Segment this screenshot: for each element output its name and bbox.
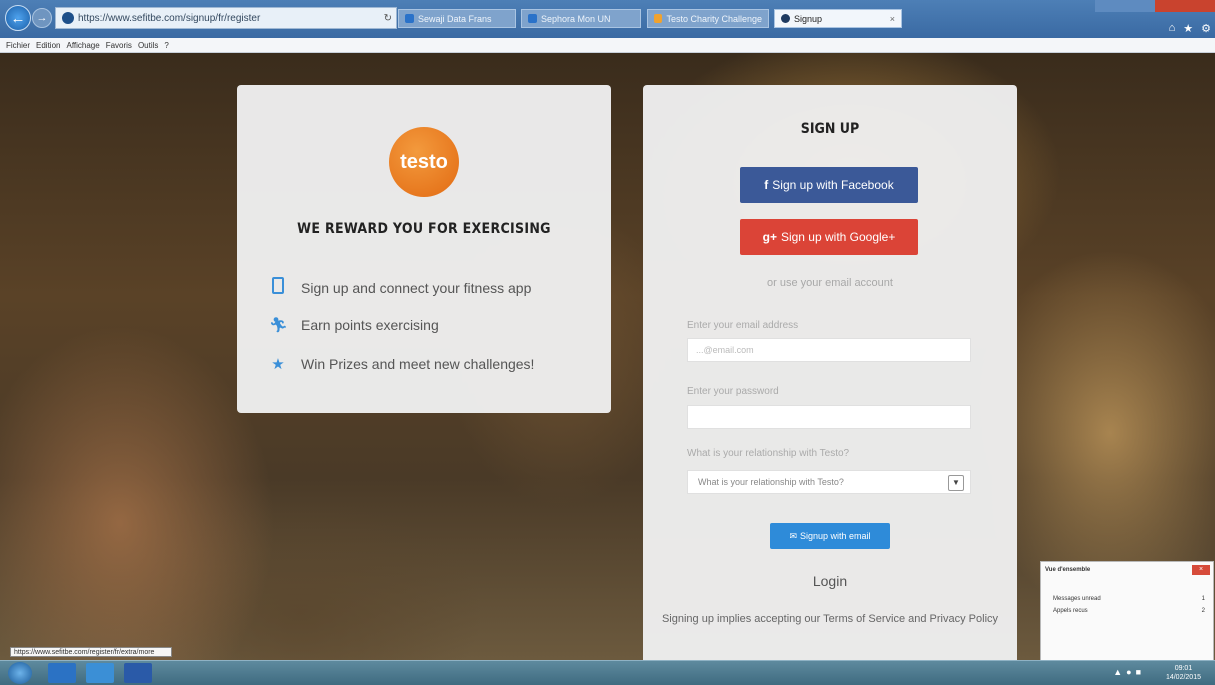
relationship-select[interactable]: What is your relationship with Testo? ▼ <box>687 470 971 494</box>
menu-item[interactable]: Favoris <box>106 41 132 50</box>
relationship-label: What is your relationship with Testo? <box>687 448 850 459</box>
browser-toolbar-icons: ⌂ ★ ⚙ <box>1169 22 1211 35</box>
phone-icon <box>269 277 287 298</box>
feature-text: Sign up and connect your fitness app <box>301 279 532 296</box>
window-close-button[interactable] <box>1155 0 1215 12</box>
taskbar-app-outlook[interactable] <box>48 663 76 683</box>
notification-popup: Vue d'ensemble × Messages unread 1 Appel… <box>1040 561 1214 662</box>
browser-titlebar: ← → https://www.sefitbe.com/signup/fr/re… <box>0 0 1215 38</box>
close-tab-icon[interactable]: × <box>890 14 895 24</box>
clock-time: 09:01 <box>1174 665 1193 672</box>
terms-text: Signing up implies accepting our Terms o… <box>661 613 999 625</box>
refresh-icon[interactable]: ↻ <box>380 13 396 24</box>
notification-header: Vue d'ensemble <box>1041 562 1213 578</box>
or-divider-text: or use your email account <box>767 277 893 289</box>
taskbar-app-word[interactable] <box>124 663 152 683</box>
notification-row[interactable]: Messages unread <box>1053 596 1101 602</box>
tab-label: Sephora Mon UN <box>541 13 611 24</box>
intro-card: testo WE REWARD YOU FOR EXERCISING Sign … <box>237 85 611 413</box>
google-signup-button[interactable]: g+ Sign up with Google+ <box>740 219 918 255</box>
facebook-signup-label: Sign up with Facebook <box>772 178 894 192</box>
testo-logo: testo <box>389 127 459 197</box>
menu-bar: Fichier Edition Affichage Favoris Outils… <box>0 38 1215 53</box>
arrow-right-icon: → <box>36 12 48 24</box>
back-button[interactable]: ← <box>5 5 31 31</box>
arrow-left-icon: ← <box>10 9 26 27</box>
menu-item[interactable]: Affichage <box>66 41 99 50</box>
tab-1[interactable]: Sewaji Data Frans <box>398 9 516 28</box>
forward-button[interactable]: → <box>32 8 52 28</box>
start-button[interactable] <box>8 662 32 684</box>
password-label: Enter your password <box>687 386 779 397</box>
signup-title: SIGN UP <box>800 121 860 137</box>
tab-4[interactable]: Signup × <box>774 9 902 28</box>
runner-icon: 🏃︎ <box>269 317 289 334</box>
status-url-tooltip: https://www.sefitbe.com/register/fr/extr… <box>10 647 172 657</box>
chevron-down-icon[interactable]: ▼ <box>948 475 964 491</box>
taskbar-app-ie[interactable] <box>86 663 114 683</box>
email-field[interactable]: ...@email.com <box>687 338 971 362</box>
notification-title: Vue d'ensemble <box>1045 567 1091 573</box>
tab-favicon-icon <box>654 14 663 23</box>
star-favorites-icon[interactable]: ★ <box>1183 22 1193 35</box>
signup-email-label: Signup with email <box>800 531 871 541</box>
menu-item[interactable]: Outils <box>138 41 158 50</box>
tab-label: Signup <box>794 13 823 24</box>
address-bar[interactable]: https://www.sefitbe.com/signup/fr/regist… <box>55 7 397 29</box>
feature-item: ★ Win Prizes and meet new challenges! <box>269 355 534 373</box>
google-signup-label: Sign up with Google+ <box>780 230 896 244</box>
google-plus-icon: g+ <box>762 230 777 244</box>
star-icon: ★ <box>271 356 285 373</box>
menu-item[interactable]: ? <box>164 41 168 50</box>
tab-favicon-icon <box>528 14 537 23</box>
system-tray: ▲●■ <box>1113 667 1145 677</box>
facebook-icon: f <box>764 178 769 192</box>
envelope-icon: ✉ <box>789 530 797 541</box>
page-background: testo WE REWARD YOU FOR EXERCISING Sign … <box>0 53 1215 660</box>
tab-favicon-icon <box>405 14 414 23</box>
menu-item[interactable]: Fichier <box>6 41 30 50</box>
window-min-max-buttons[interactable] <box>1095 0 1155 12</box>
logo-text: testo <box>400 150 448 173</box>
tab-2[interactable]: Sephora Mon UN <box>521 9 641 28</box>
menu-item[interactable]: Edition <box>36 41 60 50</box>
signup-card: SIGN UP f Sign up with Facebook g+ Sign … <box>643 85 1017 660</box>
home-icon[interactable]: ⌂ <box>1169 22 1176 35</box>
notification-row[interactable]: Appels recus <box>1053 608 1088 614</box>
login-link[interactable]: Login <box>643 573 1017 589</box>
taskbar-clock[interactable]: 09:01 14/02/2015 <box>1166 664 1201 682</box>
tab-favicon-icon <box>781 14 790 23</box>
address-text[interactable]: https://www.sefitbe.com/signup/fr/regist… <box>78 13 380 24</box>
tab-label: Testo Charity Challenge <box>666 13 762 24</box>
gear-icon[interactable]: ⚙ <box>1201 22 1211 35</box>
taskbar: ▲●■ 09:01 14/02/2015 <box>0 660 1215 685</box>
tagline: WE REWARD YOU FOR EXERCISING <box>297 221 551 237</box>
notification-count: 2 <box>1201 608 1205 614</box>
feature-text: Earn points exercising <box>301 317 439 333</box>
feature-item: 🏃︎ Earn points exercising <box>269 316 439 334</box>
facebook-signup-button[interactable]: f Sign up with Facebook <box>740 167 918 203</box>
notification-count: 1 <box>1201 596 1205 602</box>
tab-label: Sewaji Data Frans <box>418 13 492 24</box>
site-icon <box>62 12 74 24</box>
feature-text: Win Prizes and meet new challenges! <box>301 356 535 372</box>
feature-item: Sign up and connect your fitness app <box>269 277 531 298</box>
email-label: Enter your email address <box>687 320 799 331</box>
tab-3[interactable]: Testo Charity Challenge <box>647 9 769 28</box>
close-icon[interactable]: × <box>1192 565 1210 575</box>
clock-date: 14/02/2015 <box>1165 674 1201 681</box>
relationship-selected-value: What is your relationship with Testo? <box>698 477 844 487</box>
signup-email-button[interactable]: ✉ Signup with email <box>770 523 890 549</box>
password-field[interactable] <box>687 405 971 429</box>
